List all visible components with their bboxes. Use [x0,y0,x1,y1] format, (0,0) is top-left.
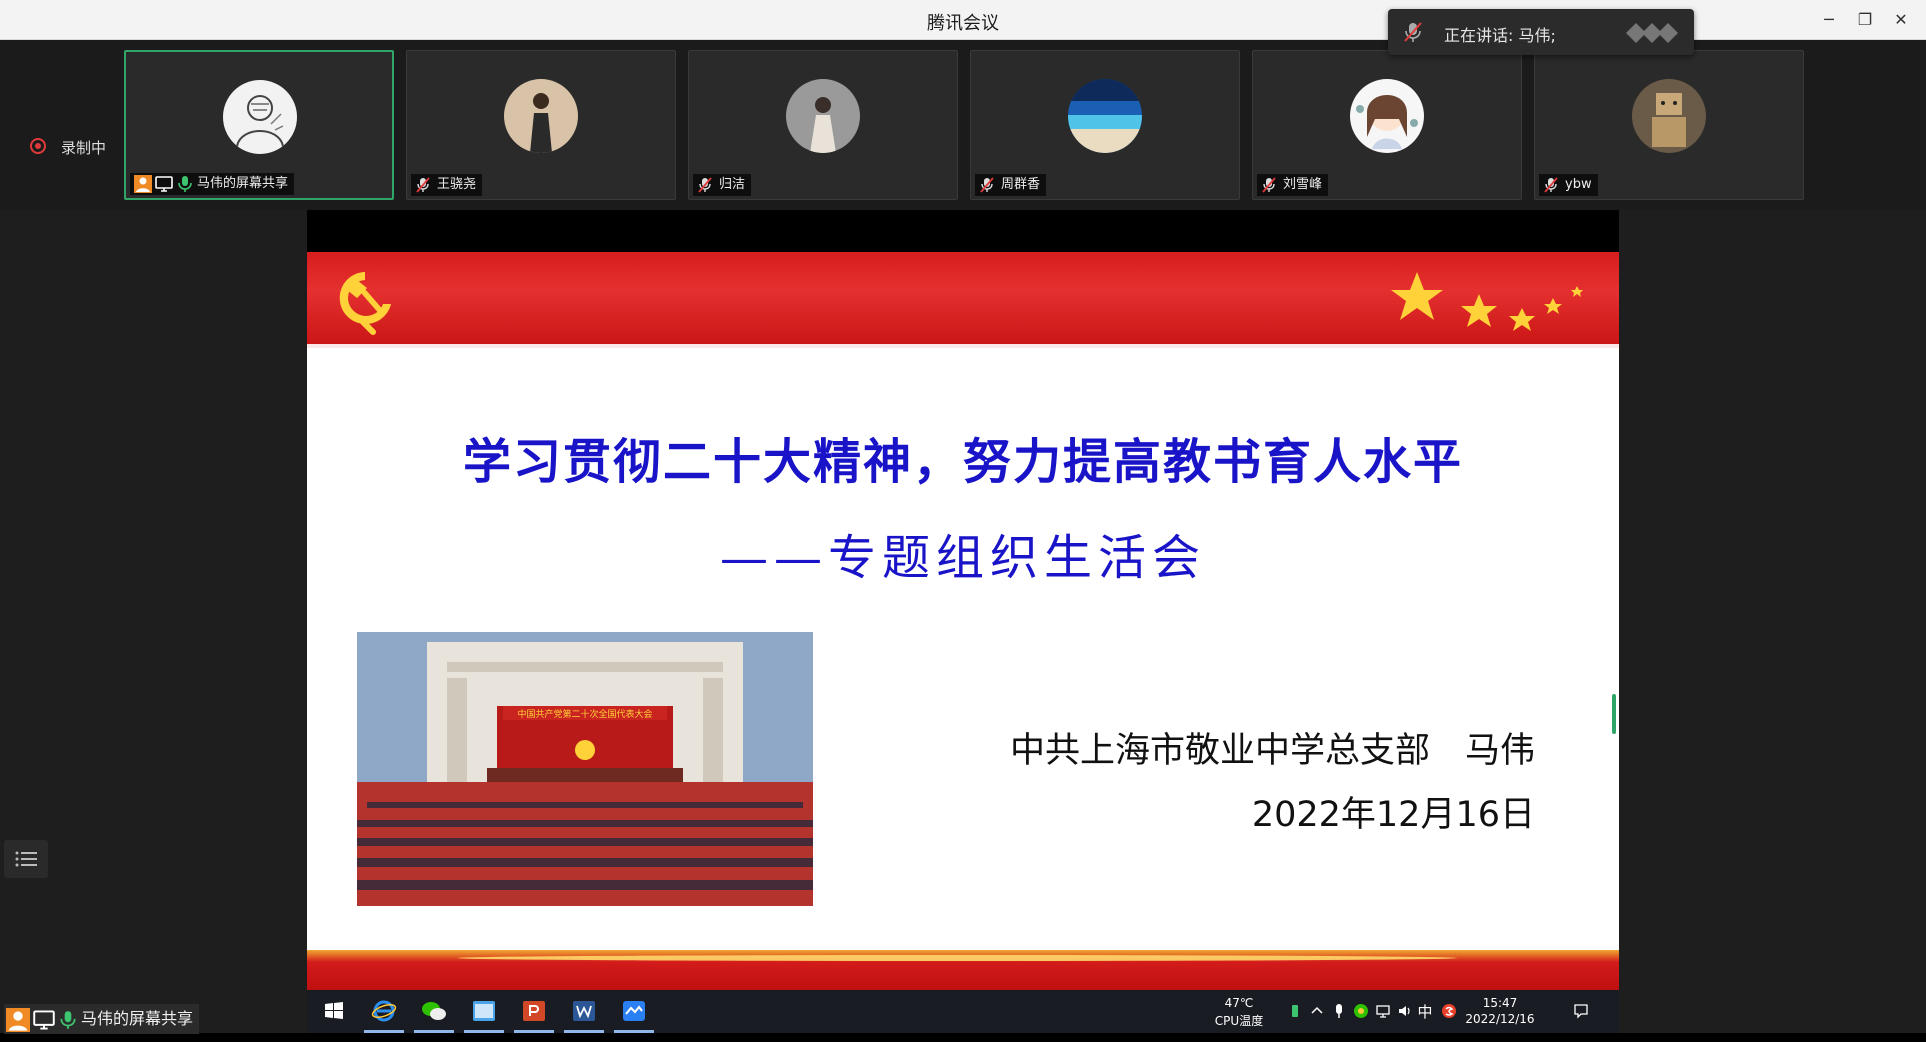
slide-date: 2022年12月16日 [1251,795,1535,835]
scroll-indicator[interactable] [1612,694,1616,734]
participant-name: 归洁 [719,177,746,192]
member-list-button[interactable] [4,840,48,878]
word-icon [573,1001,595,1021]
participant-tile[interactable]: 周群香 [970,50,1240,200]
mic-muted-icon [697,176,713,193]
mic-muted-icon [1402,21,1424,43]
internet-explorer-icon [371,1000,397,1022]
participant-name-bar: 王骁尧 [411,174,483,196]
participant-name-bar: ybw [1539,174,1598,196]
tencent-meeting-logo-icon [1624,23,1682,43]
speaking-label: 正在讲话: 马伟; [1444,26,1556,45]
speaking-notification: 正在讲话: 马伟; [1388,9,1694,55]
battery-icon [1292,1005,1298,1017]
participant-name-bar: 周群香 [975,174,1047,196]
presentation-slide: 学习贯彻二十大精神，努力提高教书育人水平 ——专题组织生活会 中国共产党第二十次… [307,252,1619,990]
mic-on-icon [58,1010,78,1030]
list-icon [15,851,37,867]
user-icon [6,1007,30,1032]
mic-muted-icon [415,176,431,193]
network-icon [1376,1005,1390,1018]
participant-name: 王骁尧 [437,177,477,192]
participant-tile[interactable]: ybw [1534,50,1804,200]
slide-subtitle: ——专题组织生活会 [719,530,1206,586]
close-button[interactable]: ✕ [1884,6,1918,34]
participant-name-bar: 归洁 [693,174,752,196]
restore-button[interactable]: ❐ [1848,6,1882,34]
user-icon [134,174,152,193]
shared-taskbar: 47℃ CPU温度 中 15:47 2022/12/16 [307,990,1619,1033]
file-explorer-icon [473,1001,495,1021]
congress-photo: 中国共产党第二十次全国代表大会 [357,632,813,906]
recording-label: 录制中 [61,139,107,157]
screen-share-label: 马伟的屏幕共享 [4,1004,200,1034]
slide-title: 学习贯彻二十大精神，努力提高教书育人水平 [462,434,1463,490]
shared-screen-area: 学习贯彻二十大精神，努力提高教书育人水平 ——专题组织生活会 中国共产党第二十次… [0,210,1926,1034]
screen-share-icon [155,175,173,193]
participant-name: ybw [1565,177,1592,192]
cpu-temperature: 47℃ [1224,996,1254,1010]
chevron-up-icon [1311,1006,1323,1014]
cpu-temperature-label: CPU温度 [1214,1014,1264,1028]
mic-muted-icon [979,176,995,193]
powerpoint-icon [523,1001,545,1021]
avatar [1068,79,1142,153]
party-emblem-icon [339,272,391,335]
avatar [223,80,297,154]
slide-footer-band [307,950,1619,990]
mic-muted-icon [1543,176,1559,193]
mic-muted-icon [1261,176,1277,193]
participant-name: 刘雪峰 [1283,177,1323,192]
screen-share-icon [33,1009,55,1031]
clock-date: 2022/12/16 [1465,1012,1535,1026]
record-dot-icon [30,138,46,154]
avatar [504,79,578,153]
microphone-icon [1336,1004,1342,1018]
avatar [1350,79,1424,153]
participant-tile[interactable]: 马伟的屏幕共享 [124,50,394,200]
minimize-button[interactable]: ─ [1812,6,1846,34]
meeting-app: 腾讯会议 ─ ❐ ✕ 录制中 马伟的屏幕共享 王骁尧 归洁 周群香 刘雪峰 yb… [0,0,1926,1034]
participant-name: 周群香 [1001,177,1041,192]
shared-screen: 学习贯彻二十大精神，努力提高教书育人水平 ——专题组织生活会 中国共产党第二十次… [307,210,1619,1033]
wechat-tray-icon [1354,1004,1368,1018]
participant-tile[interactable]: 王骁尧 [406,50,676,200]
participant-name-bar: 刘雪峰 [1257,174,1329,196]
participant-name: 马伟的屏幕共享 [197,176,289,191]
clock-time: 15:47 [1482,996,1518,1010]
participant-name-bar: 马伟的屏幕共享 [130,173,295,195]
ime-indicator: 中 [1417,1003,1433,1021]
avatar [1632,79,1706,153]
participant-tile[interactable]: 归洁 [688,50,958,200]
avatar [786,79,860,153]
slide-header-banner [307,252,1619,348]
screen-share-name: 马伟的屏幕共享 [81,1009,194,1028]
tencent-meeting-taskbar-icon [623,1001,645,1021]
notification-icon [1574,1004,1588,1019]
slide-organization: 中共上海市敬业中学总支部 马伟 [1009,731,1535,771]
volume-icon [1399,1006,1410,1016]
mic-on-icon [176,175,194,193]
stars-decoration-icon [1391,272,1583,331]
sogou-input-icon [1442,1004,1456,1018]
participant-tile[interactable]: 刘雪峰 [1252,50,1522,200]
wechat-icon [422,1002,446,1020]
photo-banner-text: 中国共产党第二十次全国代表大会 [517,708,652,720]
windows-start-icon [325,1002,343,1019]
